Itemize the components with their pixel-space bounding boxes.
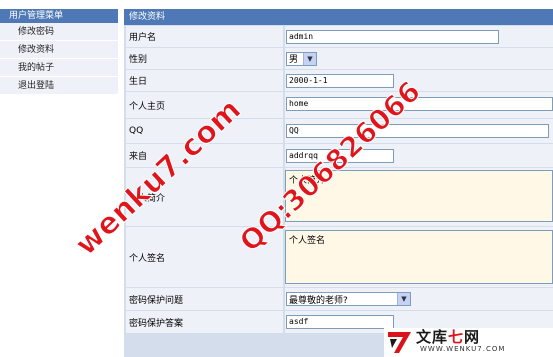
chevron-down-icon[interactable]: ▼: [303, 52, 316, 65]
gender-select[interactable]: 男 ▼: [286, 51, 317, 66]
sidebar-item-edit-profile[interactable]: 修改资料: [0, 41, 118, 59]
from-label: 来自: [126, 144, 283, 167]
sidebar-item-my-posts[interactable]: 我的帖子: [0, 59, 118, 77]
username-cell: admin: [285, 26, 553, 47]
qq-input[interactable]: QQ: [286, 124, 549, 138]
security-question-label: 密码保护问题: [126, 288, 283, 310]
homepage-label: 个人主页: [126, 92, 283, 118]
logo-text-part3: 网: [464, 328, 481, 346]
from-cell: addrqq: [285, 144, 553, 167]
birthday-input[interactable]: 2000-1-1: [286, 73, 394, 88]
homepage-input[interactable]: home: [286, 97, 553, 111]
homepage-cell: home: [285, 92, 553, 118]
username-label: 用户名: [126, 26, 283, 47]
birthday-cell: 2000-1-1: [285, 70, 553, 91]
logo-url: WWW.WENKU7.COM: [420, 345, 506, 353]
intro-textarea[interactable]: 个人简介: [285, 170, 553, 222]
security-question-cell: 最尊敬的老师? ▼: [285, 288, 553, 310]
security-answer-input[interactable]: asdf: [286, 315, 394, 329]
intro-label: 个人简介: [126, 168, 283, 226]
from-input[interactable]: addrqq: [286, 148, 394, 163]
logo-text: 文库七网: [416, 328, 480, 346]
logo-text-part1: 文库: [416, 328, 449, 346]
signature-label: 个人签名: [126, 227, 283, 287]
gender-cell: 男 ▼: [285, 48, 553, 69]
gender-label: 性别: [126, 48, 283, 69]
signature-textarea[interactable]: 个人签名: [285, 230, 553, 284]
qq-label: QQ: [126, 119, 283, 143]
qq-cell: QQ: [285, 119, 553, 143]
logo-text-part2: 七: [448, 328, 465, 346]
seven-logo-icon: [388, 332, 411, 353]
security-question-value: 最尊敬的老师?: [289, 295, 348, 306]
username-input[interactable]: admin: [286, 29, 499, 44]
wenku7-logo: 文库七网 WWW.WENKU7.COM: [384, 328, 553, 357]
sidebar-item-change-password[interactable]: 修改密码: [0, 23, 118, 41]
chevron-down-icon[interactable]: ▼: [397, 293, 410, 305]
sidebar-item-logout[interactable]: 退出登陆: [0, 77, 118, 95]
sidebar-title: 用户管理菜单: [0, 9, 118, 23]
birthday-label: 生日: [126, 70, 283, 91]
gender-select-value: 男: [289, 55, 299, 65]
panel-title: 修改资料: [124, 9, 553, 25]
security-question-select[interactable]: 最尊敬的老师? ▼: [286, 292, 411, 306]
security-answer-label: 密码保护答案: [126, 311, 283, 333]
